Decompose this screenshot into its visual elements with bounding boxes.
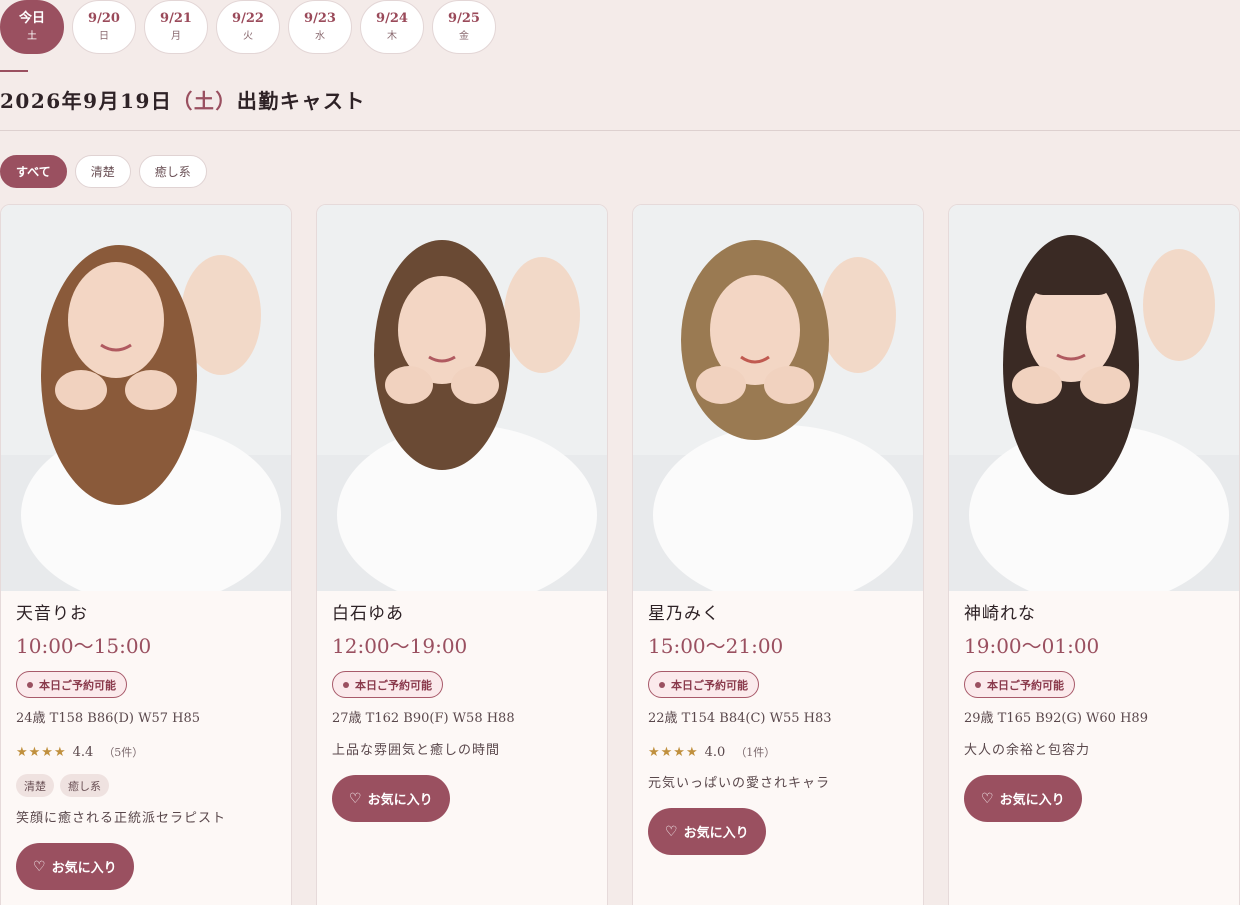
dot-icon: [659, 681, 665, 688]
heart-icon: ♡: [665, 823, 678, 840]
rating-score: 4.0: [704, 744, 726, 760]
cast-photo-image: [949, 205, 1239, 591]
cast-description: 大人の余裕と包容力: [964, 743, 1091, 758]
date-tab-weekday: 水: [315, 30, 325, 42]
cast-photo-image: [633, 205, 923, 591]
date-tab-date: 今日: [18, 10, 45, 26]
cast-tag: 癒し系: [60, 774, 109, 797]
page-title-weekday: （土）: [172, 89, 237, 113]
cast-photo-image: [1, 205, 291, 591]
date-tab-weekday: 日: [99, 30, 109, 42]
favorite-button-label: お気に入り: [51, 861, 117, 876]
cast-description: 笑顔に癒される正統派セラピスト: [16, 811, 227, 826]
title-accent-line: [0, 70, 28, 72]
availability-badge-label: 本日ご予約可能: [671, 678, 748, 692]
date-tab-date: 9/23: [304, 10, 336, 26]
page-title: 2026年9月19日（土）出勤キャスト: [0, 85, 366, 114]
favorite-button[interactable]: ♡ お気に入り: [16, 843, 134, 890]
date-tab-date: 9/20: [88, 10, 120, 26]
dot-icon: [975, 681, 981, 688]
cast-name[interactable]: 天音りお: [16, 603, 276, 625]
date-tab-weekday: 土: [27, 30, 37, 42]
review-count: （1件）: [735, 746, 776, 759]
cast-card[interactable]: 神崎れな 19:00〜01:00 本日ご予約可能 29歳 T165 B92(G)…: [948, 204, 1240, 905]
filter-chip-all[interactable]: すべて: [0, 155, 67, 188]
date-tab-0923[interactable]: 9/23 水: [288, 0, 352, 54]
cast-photo[interactable]: [1, 205, 291, 591]
date-tab-0925[interactable]: 9/25 金: [432, 0, 496, 54]
cast-photo[interactable]: [949, 205, 1239, 591]
heart-icon: ♡: [349, 790, 362, 807]
date-tabs: 今日 土 9/20 日 9/21 月 9/22 火 9/23 水 9/24 木 …: [0, 0, 496, 54]
date-tab-today[interactable]: 今日 土: [0, 0, 64, 54]
cast-name[interactable]: 星乃みく: [648, 603, 908, 625]
favorite-button-label: お気に入り: [999, 793, 1065, 808]
cast-rating: ★★★★ 4.4 （5件）: [16, 742, 276, 762]
availability-badge: 本日ご予約可能: [332, 671, 443, 698]
availability-badge: 本日ご予約可能: [16, 671, 127, 698]
date-tab-0920[interactable]: 9/20 日: [72, 0, 136, 54]
availability-badge: 本日ご予約可能: [964, 671, 1075, 698]
cast-hours: 19:00〜01:00: [964, 634, 1100, 658]
cast-description: 元気いっぱいの愛されキャラ: [648, 776, 831, 791]
rating-score: 4.4: [72, 744, 94, 760]
date-tab-weekday: 火: [243, 30, 253, 42]
date-tab-0922[interactable]: 9/22 火: [216, 0, 280, 54]
filter-chips: すべて 清楚 癒し系: [0, 155, 207, 188]
date-tab-weekday: 木: [387, 30, 397, 42]
cast-card[interactable]: 星乃みく 15:00〜21:00 本日ご予約可能 22歳 T154 B84(C)…: [632, 204, 924, 905]
cast-stats: 27歳 T162 B90(F) W58 H88: [332, 711, 515, 726]
availability-badge-label: 本日ご予約可能: [355, 678, 432, 692]
heart-icon: ♡: [981, 790, 994, 807]
cast-photo[interactable]: [317, 205, 607, 591]
availability-badge-label: 本日ご予約可能: [987, 678, 1064, 692]
availability-badge: 本日ご予約可能: [648, 671, 759, 698]
page-title-date: 2026年9月19日: [0, 89, 173, 113]
cast-hours: 12:00〜19:00: [332, 634, 468, 658]
date-tab-0921[interactable]: 9/21 月: [144, 0, 208, 54]
date-tab-0924[interactable]: 9/24 木: [360, 0, 424, 54]
dot-icon: [27, 681, 33, 688]
cast-tags: 清楚 癒し系: [16, 774, 276, 797]
page-title-suffix: 出勤キャスト: [236, 89, 366, 113]
favorite-button[interactable]: ♡ お気に入り: [964, 775, 1082, 822]
filter-chip-iyashi[interactable]: 癒し系: [138, 155, 207, 188]
favorite-button[interactable]: ♡ お気に入り: [332, 775, 450, 822]
favorite-button[interactable]: ♡ お気に入り: [648, 808, 766, 855]
dot-icon: [343, 681, 349, 688]
cast-hours: 10:00〜15:00: [16, 634, 152, 658]
cast-photo-image: [317, 205, 607, 591]
cast-rating: ★★★★ 4.0 （1件）: [648, 742, 908, 762]
cast-card[interactable]: 白石ゆあ 12:00〜19:00 本日ご予約可能 27歳 T162 B90(F)…: [316, 204, 608, 905]
favorite-button-label: お気に入り: [367, 793, 433, 808]
review-count: （5件）: [103, 746, 144, 759]
filter-chip-seiso[interactable]: 清楚: [74, 155, 131, 188]
date-tab-date: 9/22: [232, 10, 264, 26]
cast-tag: 清楚: [16, 774, 54, 797]
date-tab-date: 9/21: [160, 10, 192, 26]
star-icon: ★★★★: [16, 744, 67, 760]
availability-badge-label: 本日ご予約可能: [39, 678, 116, 692]
date-tab-weekday: 月: [171, 30, 181, 42]
star-icon: ★★★★: [648, 744, 699, 760]
cast-stats: 29歳 T165 B92(G) W60 H89: [964, 711, 1148, 726]
date-tab-date: 9/24: [376, 10, 408, 26]
cast-description: 上品な雰囲気と癒しの時間: [332, 743, 501, 758]
cast-stats: 24歳 T158 B86(D) W57 H85: [16, 711, 200, 726]
cast-hours: 15:00〜21:00: [648, 634, 784, 658]
favorite-button-label: お気に入り: [683, 826, 749, 841]
heart-icon: ♡: [33, 858, 46, 875]
date-tab-weekday: 金: [459, 30, 469, 42]
section-divider: [0, 130, 1240, 131]
cast-card[interactable]: 天音りお 10:00〜15:00 本日ご予約可能 24歳 T158 B86(D)…: [0, 204, 292, 905]
cast-stats: 22歳 T154 B84(C) W55 H83: [648, 711, 832, 726]
date-tab-date: 9/25: [448, 10, 480, 26]
cast-photo[interactable]: [633, 205, 923, 591]
cast-name[interactable]: 白石ゆあ: [332, 603, 592, 625]
cast-name[interactable]: 神崎れな: [964, 603, 1224, 625]
